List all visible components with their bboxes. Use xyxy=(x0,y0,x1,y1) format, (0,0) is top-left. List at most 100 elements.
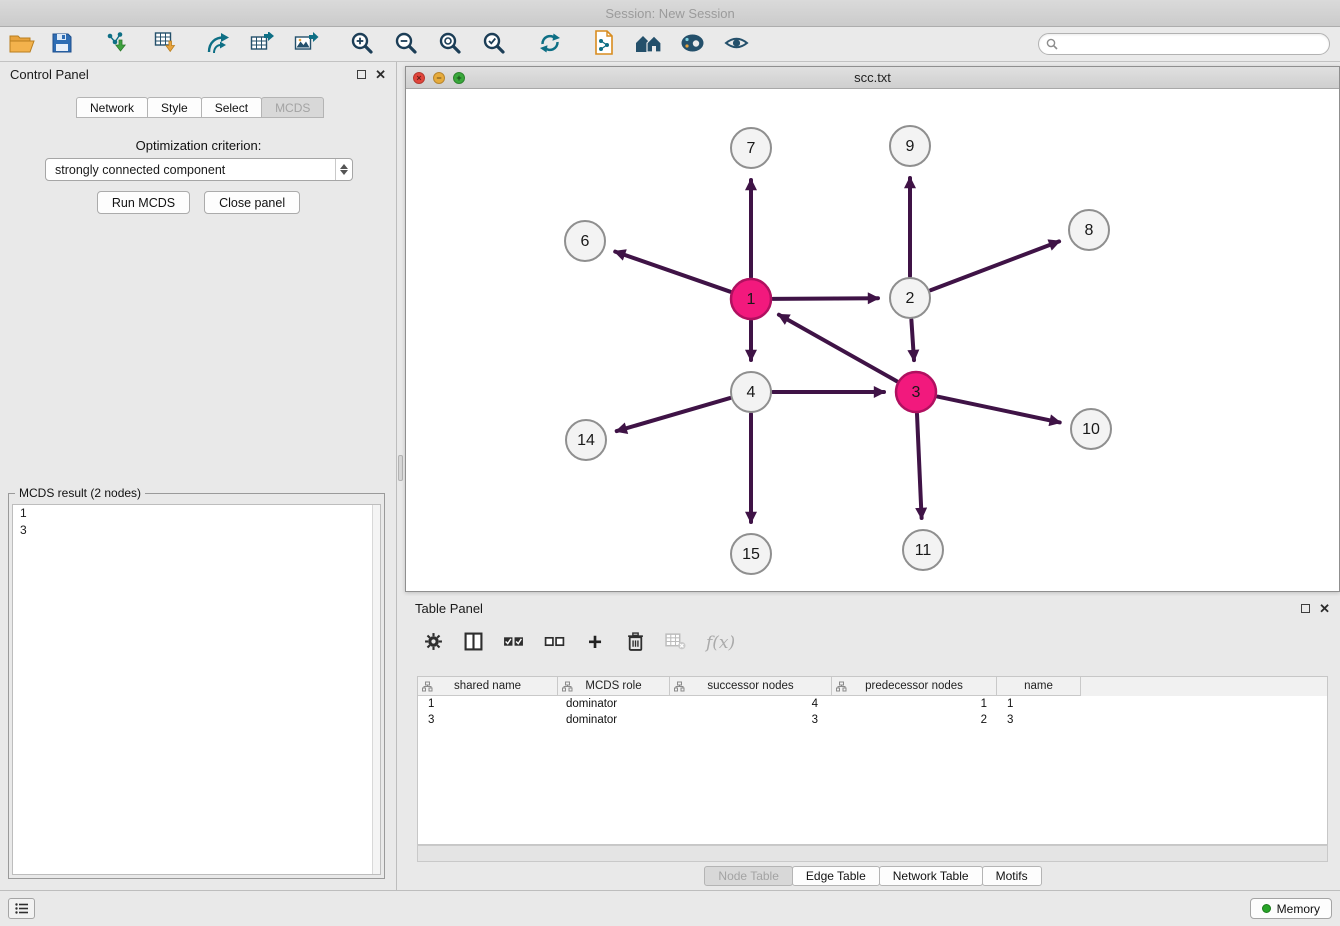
graph-edge-1-2[interactable] xyxy=(773,298,878,299)
close-table-panel-icon[interactable]: ✕ xyxy=(1319,602,1330,615)
graph-node-label: 3 xyxy=(912,384,921,401)
cell-shared-name[interactable]: 3 xyxy=(418,712,558,728)
zoom-fit-icon xyxy=(438,31,462,58)
export-network-button[interactable] xyxy=(201,28,235,60)
unchecked-boxes-icon xyxy=(544,635,565,651)
graph-node-4[interactable]: 4 xyxy=(731,372,771,412)
graph-edge-3-10[interactable] xyxy=(938,397,1060,423)
network-document-button[interactable] xyxy=(587,28,621,60)
tab-motifs[interactable]: Motifs xyxy=(982,866,1042,886)
column-header-predecessor-nodes[interactable]: predecessor nodes xyxy=(832,677,997,696)
column-label: MCDS role xyxy=(585,680,641,692)
graph-node-10[interactable]: 10 xyxy=(1071,409,1111,449)
search-input[interactable] xyxy=(1058,35,1329,53)
cell-successor-nodes[interactable]: 3 xyxy=(670,712,832,728)
export-image-button[interactable] xyxy=(289,28,323,60)
close-panel-icon[interactable]: ✕ xyxy=(375,68,386,81)
deselect-all-columns-button[interactable] xyxy=(544,631,565,655)
import-table-button[interactable] xyxy=(149,28,183,60)
show-hide-button[interactable] xyxy=(719,28,753,60)
graph-node-14[interactable]: 14 xyxy=(566,420,606,460)
tab-select[interactable]: Select xyxy=(201,97,262,118)
cell-name[interactable]: 3 xyxy=(997,712,1081,728)
column-header-successor-nodes[interactable]: successor nodes xyxy=(670,677,832,696)
home-button[interactable] xyxy=(631,28,665,60)
graph-node-11[interactable]: 11 xyxy=(903,530,943,570)
float-table-panel-icon[interactable] xyxy=(1301,604,1310,613)
mcds-result-item[interactable]: 3 xyxy=(13,522,380,539)
tab-network[interactable]: Network xyxy=(76,97,148,118)
float-panel-icon[interactable] xyxy=(357,70,366,79)
delete-column-button[interactable] xyxy=(625,631,645,655)
cell-successor-nodes[interactable]: 4 xyxy=(670,696,832,712)
search-box[interactable] xyxy=(1038,33,1330,55)
network-window-titlebar[interactable]: scc.txt × − + xyxy=(406,67,1339,89)
export-table-icon xyxy=(250,32,275,57)
column-header-mcds-role[interactable]: MCDS role xyxy=(558,677,670,696)
graph-node-2[interactable]: 2 xyxy=(890,278,930,318)
run-mcds-button[interactable]: Run MCDS xyxy=(97,191,190,214)
graph-edge-1-6[interactable] xyxy=(615,252,730,292)
open-session-button[interactable] xyxy=(5,28,39,60)
network-canvas[interactable]: 7 9 6 8 1 2 4 3 14 10 15 11 xyxy=(406,89,1339,591)
criterion-value: strongly connected component xyxy=(55,163,225,177)
graph-node-3[interactable]: 3 xyxy=(896,372,936,412)
table-row[interactable]: 1 dominator 4 1 1 xyxy=(418,696,1327,712)
save-session-button[interactable] xyxy=(45,28,79,60)
table-row[interactable]: 3 dominator 3 2 3 xyxy=(418,712,1327,728)
eye-icon xyxy=(724,34,749,55)
tab-network-table[interactable]: Network Table xyxy=(879,866,983,886)
zoom-in-button[interactable] xyxy=(345,28,379,60)
window-titlebar: Session: New Session xyxy=(0,0,1340,27)
graph-edge-2-8[interactable] xyxy=(931,241,1060,290)
graph-edge-3-11[interactable] xyxy=(917,414,922,518)
apply-style-button[interactable] xyxy=(675,28,709,60)
zoom-fit-button[interactable] xyxy=(433,28,467,60)
columns-icon xyxy=(464,632,483,654)
tab-mcds[interactable]: MCDS xyxy=(261,97,324,118)
cell-name[interactable]: 1 xyxy=(997,696,1081,712)
graph-edge-4-14[interactable] xyxy=(617,398,730,431)
column-header-shared-name[interactable]: shared name xyxy=(418,677,558,696)
graph-edge-2-3[interactable] xyxy=(911,320,914,360)
cell-mcds-role[interactable]: dominator xyxy=(558,712,670,728)
network-document-icon xyxy=(593,30,615,58)
column-label: successor nodes xyxy=(707,680,793,692)
cell-predecessor-nodes[interactable]: 1 xyxy=(832,696,997,712)
column-tree-icon xyxy=(422,681,433,692)
panel-splitter-handle[interactable] xyxy=(398,455,403,481)
table-horizontal-scrollbar[interactable] xyxy=(417,845,1328,862)
graph-node-8[interactable]: 8 xyxy=(1069,210,1109,250)
refresh-view-button[interactable] xyxy=(533,28,567,60)
zoom-selected-button[interactable] xyxy=(477,28,511,60)
optimization-criterion-select[interactable]: strongly connected component xyxy=(45,158,353,181)
mcds-result-list: 1 3 xyxy=(12,504,381,875)
cell-shared-name[interactable]: 1 xyxy=(418,696,558,712)
tab-node-table[interactable]: Node Table xyxy=(704,866,793,886)
graph-edge-3-1[interactable] xyxy=(779,315,897,382)
export-table-button[interactable] xyxy=(245,28,279,60)
tab-edge-table[interactable]: Edge Table xyxy=(792,866,880,886)
task-history-button[interactable] xyxy=(8,898,35,919)
import-network-button[interactable] xyxy=(101,28,135,60)
zoom-out-button[interactable] xyxy=(389,28,423,60)
graph-node-6[interactable]: 6 xyxy=(565,221,605,261)
graph-node-label: 7 xyxy=(747,140,756,157)
cell-predecessor-nodes[interactable]: 2 xyxy=(832,712,997,728)
show-columns-button[interactable] xyxy=(463,631,483,655)
graph-node-7[interactable]: 7 xyxy=(731,128,771,168)
select-all-columns-button[interactable] xyxy=(503,631,524,655)
column-header-name[interactable]: name xyxy=(997,677,1081,696)
graph-node-15[interactable]: 15 xyxy=(731,534,771,574)
cell-mcds-role[interactable]: dominator xyxy=(558,696,670,712)
graph-node-9[interactable]: 9 xyxy=(890,126,930,166)
create-column-button[interactable]: + xyxy=(585,631,605,655)
table-settings-button[interactable] xyxy=(423,631,443,655)
tab-style[interactable]: Style xyxy=(147,97,202,118)
mcds-result-item[interactable]: 1 xyxy=(13,505,380,522)
close-panel-button[interactable]: Close panel xyxy=(204,191,300,214)
zoom-out-icon xyxy=(394,31,418,58)
memory-button[interactable]: Memory xyxy=(1250,898,1332,919)
graph-node-1[interactable]: 1 xyxy=(731,279,771,319)
result-scrollbar[interactable] xyxy=(372,505,380,874)
